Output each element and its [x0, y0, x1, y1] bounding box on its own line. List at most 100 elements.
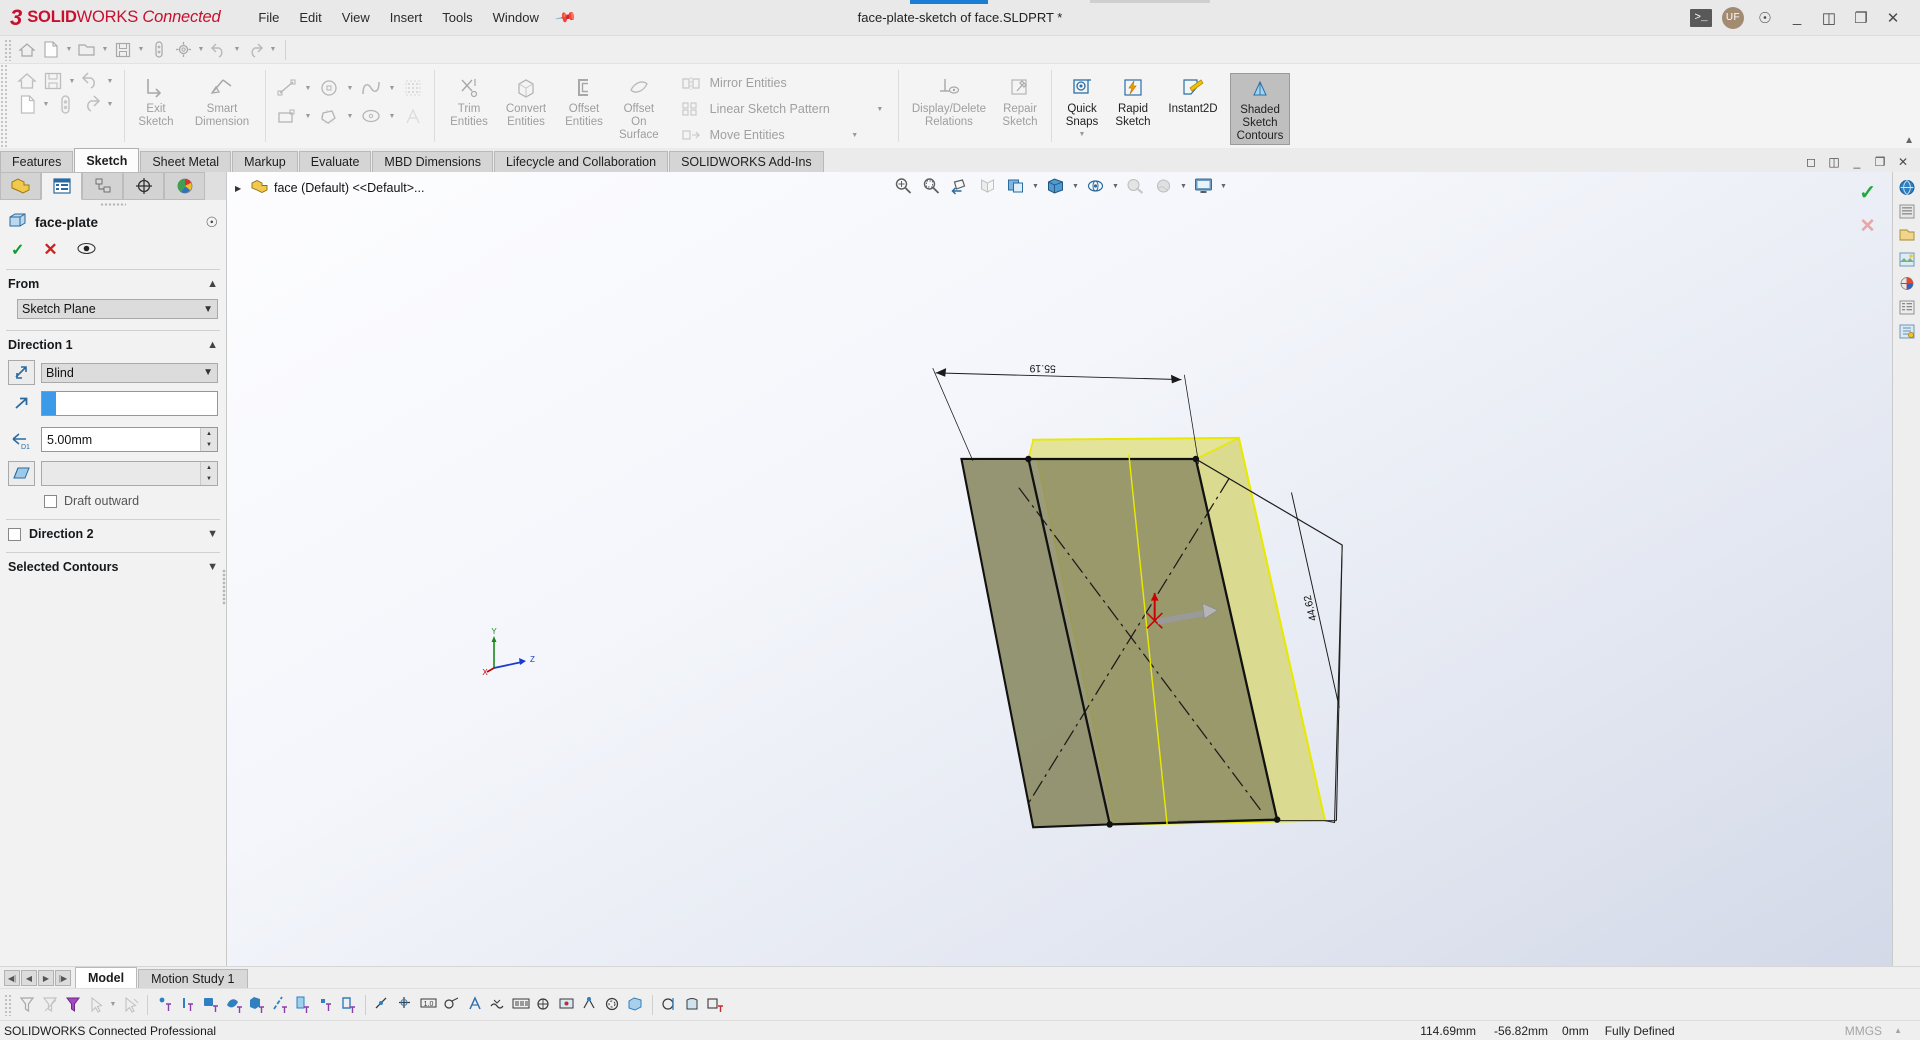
draft-outward-checkbox[interactable]: [44, 494, 57, 508]
ellipse-tool-icon[interactable]: [358, 105, 384, 127]
filter-solid-bodies-icon[interactable]: [245, 992, 268, 1018]
chevron-down-icon[interactable]: ▼: [207, 561, 218, 573]
filter-toggle-icon[interactable]: [61, 992, 84, 1018]
filter-faces-icon[interactable]: [199, 992, 222, 1018]
menu-window[interactable]: Window: [483, 6, 549, 29]
undo-icon[interactable]: [207, 38, 231, 62]
print-icon[interactable]: [147, 38, 171, 62]
mirror-entities-button[interactable]: Mirror Entities: [674, 70, 791, 96]
filter-midpoints-icon[interactable]: [371, 992, 394, 1018]
select-arrow-icon[interactable]: [84, 992, 107, 1018]
pin-icon[interactable]: 📌: [554, 6, 577, 30]
stepper-up-icon[interactable]: ▲: [201, 428, 217, 440]
filter-sketch-segments-icon[interactable]: [337, 992, 360, 1018]
filter-toolbar-grip[interactable]: [4, 993, 12, 1016]
instant2d-button[interactable]: Instant2D: [1162, 73, 1224, 116]
open-icon[interactable]: [75, 38, 99, 62]
select-other-icon[interactable]: [119, 992, 142, 1018]
tab-features[interactable]: Features: [0, 151, 74, 172]
options-gear-icon[interactable]: [171, 38, 195, 62]
ribbon-home-icon[interactable]: [14, 70, 40, 92]
spline-tool-icon[interactable]: [358, 77, 384, 99]
display-delete-relations-button[interactable]: Display/Delete Relations: [907, 73, 991, 129]
linear-sketch-pattern-button[interactable]: Linear Sketch Pattern ▼: [674, 96, 890, 122]
filter-icon[interactable]: [15, 992, 38, 1018]
polygon-tool-caret[interactable]: ▼: [344, 113, 356, 120]
filter-tangent-icon[interactable]: [658, 992, 681, 1018]
ribbon-redo-caret[interactable]: ▼: [104, 101, 116, 108]
tab-sheet-metal[interactable]: Sheet Metal: [140, 151, 232, 172]
home-icon[interactable]: [15, 38, 39, 62]
preview-eye-button[interactable]: [77, 242, 96, 258]
line-tool-caret[interactable]: ▼: [302, 85, 314, 92]
quick-snaps-caret[interactable]: ▼: [1076, 131, 1088, 139]
terminal-icon[interactable]: >_: [1686, 5, 1716, 31]
polygon-tool-icon[interactable]: [316, 105, 342, 127]
configuration-manager-tab[interactable]: [82, 172, 123, 200]
draft-angle-input[interactable]: ▲ ▼: [41, 461, 218, 486]
shaded-sketch-contours-button[interactable]: Shaded Sketch Contours: [1230, 73, 1291, 145]
bottom-tab-motion-study[interactable]: Motion Study 1: [138, 969, 248, 988]
doc-minimize-icon[interactable]: _: [1848, 154, 1866, 170]
filter-suppressed-icon[interactable]: [704, 992, 727, 1018]
maximize-icon[interactable]: ❐: [1846, 5, 1876, 31]
first-tab-icon[interactable]: ◀|: [4, 970, 20, 986]
filter-silhouette-icon[interactable]: [681, 992, 704, 1018]
open-dropdown-caret[interactable]: ▼: [99, 46, 111, 53]
dimxpert-manager-tab[interactable]: [123, 172, 164, 200]
menu-file[interactable]: File: [248, 6, 289, 29]
menu-insert[interactable]: Insert: [380, 6, 433, 29]
chevron-down-icon[interactable]: ▼: [207, 528, 218, 540]
units-label[interactable]: MMGS: [1845, 1024, 1882, 1038]
filter-clear-icon[interactable]: [38, 992, 61, 1018]
circle-tool-icon[interactable]: [316, 77, 342, 99]
filter-connection-points-icon[interactable]: [555, 992, 578, 1018]
decals-icon[interactable]: [1896, 225, 1918, 245]
close-icon[interactable]: ✕: [1878, 5, 1908, 31]
units-caret-icon[interactable]: ▲: [1894, 1026, 1902, 1035]
tab-mbd-dimensions[interactable]: MBD Dimensions: [372, 151, 493, 172]
redo-dropdown-caret[interactable]: ▼: [267, 46, 279, 53]
ribbon-undo-icon[interactable]: [78, 70, 104, 92]
stepper-down-icon[interactable]: ▼: [201, 439, 217, 451]
offset-on-surface-button[interactable]: Offset On Surface: [614, 73, 664, 143]
chevron-down-icon[interactable]: ▼: [203, 367, 213, 378]
menu-view[interactable]: View: [332, 6, 380, 29]
bottom-tab-model[interactable]: Model: [75, 967, 138, 988]
section-direction1-header[interactable]: Direction 1 ▲: [0, 332, 226, 357]
options-dropdown-caret[interactable]: ▼: [195, 46, 207, 53]
view-3dexperience-icon[interactable]: [1896, 177, 1918, 197]
undo-dropdown-caret[interactable]: ▼: [231, 46, 243, 53]
filter-surfaces-icon[interactable]: [222, 992, 245, 1018]
appearances-library-icon[interactable]: [1896, 201, 1918, 221]
tile-icon[interactable]: ◫: [1825, 154, 1843, 170]
filter-routing-points-icon[interactable]: [578, 992, 601, 1018]
restore-down-icon[interactable]: ◻: [1802, 154, 1820, 170]
chevron-down-icon[interactable]: ▼: [203, 304, 213, 315]
last-tab-icon[interactable]: |▶: [55, 970, 71, 986]
model-geometry[interactable]: 55.19 44.62: [227, 172, 1892, 966]
minimize-icon[interactable]: _: [1782, 5, 1812, 31]
menu-edit[interactable]: Edit: [289, 6, 331, 29]
scenes-icon[interactable]: [1896, 249, 1918, 269]
move-entities-caret[interactable]: ▼: [849, 132, 861, 139]
menu-tools[interactable]: Tools: [432, 6, 482, 29]
move-entities-button[interactable]: Move Entities ▼: [674, 122, 865, 148]
width-dimension-text[interactable]: 55.19: [1029, 362, 1056, 374]
filter-edges-icon[interactable]: [176, 992, 199, 1018]
text-tool-icon[interactable]: [400, 105, 426, 127]
property-manager-tab[interactable]: [41, 172, 82, 200]
reverse-direction-icon[interactable]: [8, 360, 35, 385]
filter-annotations-icon[interactable]: [463, 992, 486, 1018]
ribbon-new-document-icon[interactable]: [14, 93, 40, 115]
ribbon-grip[interactable]: [0, 64, 9, 148]
design-library-icon[interactable]: [1896, 297, 1918, 317]
depth-input[interactable]: 5.00mm ▲ ▼: [41, 427, 218, 452]
tab-lifecycle-collaboration[interactable]: Lifecycle and Collaboration: [493, 151, 669, 172]
lights-cameras-icon[interactable]: [1896, 273, 1918, 293]
filter-cosmetic-threads-icon[interactable]: [601, 992, 624, 1018]
chevron-up-icon[interactable]: ▲: [207, 339, 218, 351]
new-document-dropdown-caret[interactable]: ▼: [63, 46, 75, 53]
filter-vertices-icon[interactable]: [153, 992, 176, 1018]
select-dropdown-caret[interactable]: ▼: [107, 1001, 119, 1008]
